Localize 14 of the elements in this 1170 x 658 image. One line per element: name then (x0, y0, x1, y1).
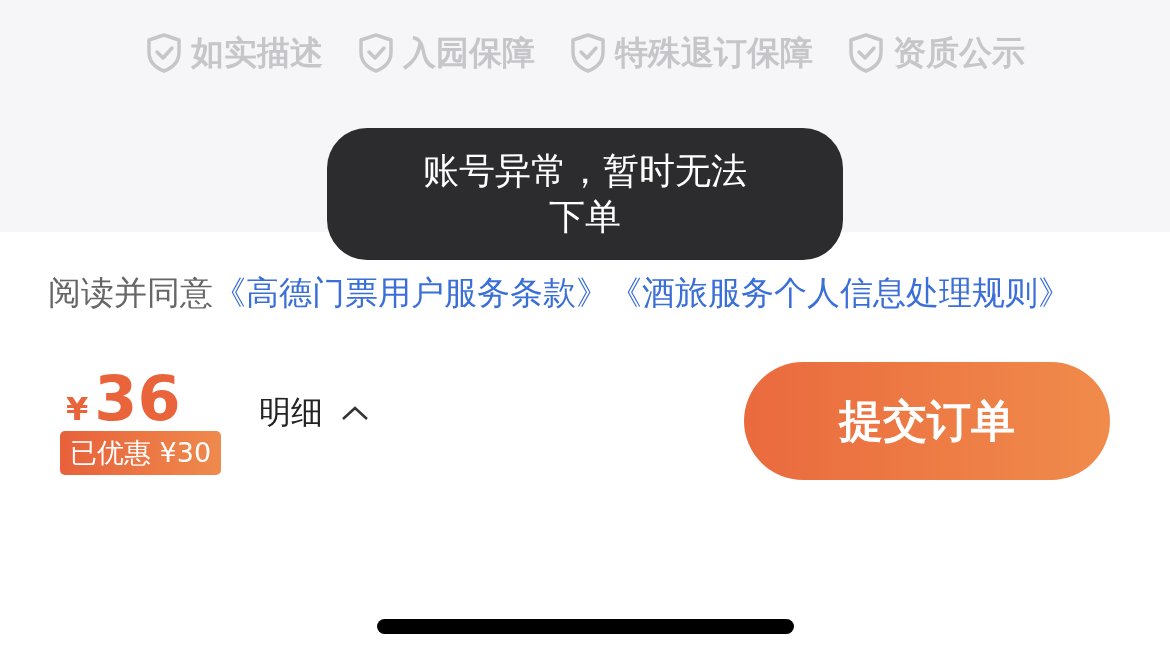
agreement-text: 阅读并同意《高德门票用户服务条款》《酒旅服务个人信息处理规则》 (48, 272, 1072, 314)
price-amount: 36 (94, 367, 181, 431)
shield-check-icon (145, 32, 183, 74)
agreement-link[interactable]: 《酒旅服务个人信息处理规则》 (609, 273, 1071, 312)
discount-badge: 已优惠 ¥30 (60, 431, 222, 475)
shield-check-icon (847, 32, 885, 74)
submit-order-button[interactable]: 提交订单 (744, 362, 1110, 480)
caret-up-icon[interactable] (341, 405, 370, 421)
shield-check-icon (569, 32, 607, 74)
details-toggle[interactable]: 明细 (259, 391, 324, 435)
shield-check-icon (357, 32, 395, 74)
error-toast: 账号异常，暂时无法下单 (327, 128, 843, 260)
agreement-link[interactable]: 《高德门票用户服务条款》 (213, 273, 609, 312)
currency-symbol: ¥ (66, 390, 89, 428)
